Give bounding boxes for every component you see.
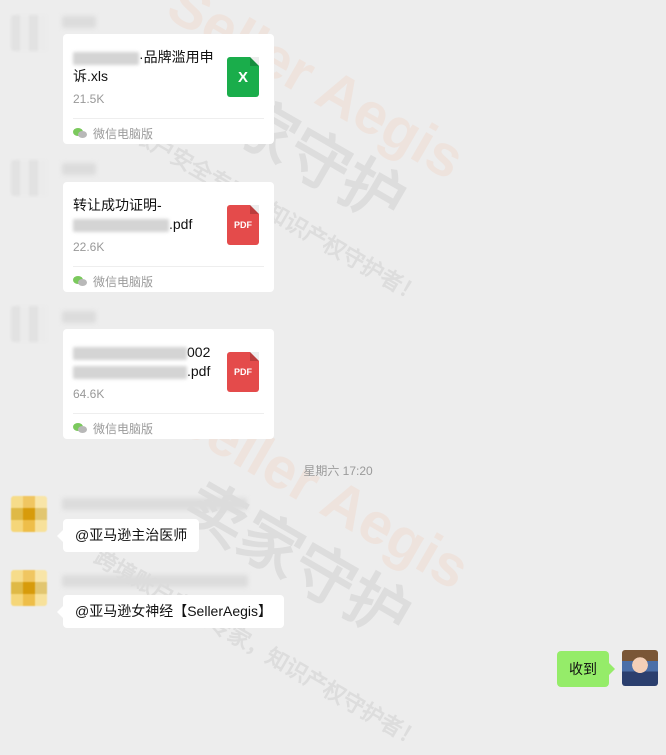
sender-name: [62, 16, 96, 28]
sender-avatar[interactable]: [11, 306, 47, 342]
redacted-text: [73, 218, 169, 232]
pdf-file-icon: PDF: [227, 352, 259, 392]
file-name: 002 .pdf: [73, 343, 223, 381]
wechat-icon: [73, 276, 87, 287]
file-size: 64.6K: [73, 387, 105, 401]
card-footer: 微信电脑版: [73, 420, 153, 437]
xls-file-icon: X: [227, 57, 259, 97]
sender-name: [62, 311, 96, 323]
pdf-file-icon: PDF: [227, 205, 259, 245]
watermark-slogan-2: 跨境账户安全专家，知识产权守护者！: [90, 544, 427, 753]
file-message-card[interactable]: 002 .pdf 64.6K PDF 微信电脑版: [63, 329, 274, 439]
my-avatar[interactable]: [622, 650, 658, 686]
sender-avatar[interactable]: [11, 160, 47, 196]
sender-name: [62, 163, 96, 175]
file-size: 21.5K: [73, 92, 105, 106]
my-message-bubble[interactable]: 收到: [557, 651, 615, 687]
file-name: ·品牌滥用申 诉.xls: [73, 49, 214, 84]
card-footer: 微信电脑版: [73, 273, 153, 290]
file-message-card[interactable]: ·品牌滥用申 诉.xls 21.5K X 微信电脑版: [63, 34, 274, 144]
card-divider: [73, 413, 264, 414]
text-message-bubble[interactable]: @亚马逊主治医师: [56, 519, 200, 552]
wechat-icon: [73, 423, 87, 434]
file-message-card[interactable]: 转让成功证明- .pdf 22.6K PDF 微信电脑版: [63, 182, 274, 292]
time-separator: 星期六 17:20: [303, 464, 373, 478]
card-footer: 微信电脑版: [73, 125, 153, 142]
redacted-text: [73, 365, 187, 379]
card-divider: [73, 118, 264, 119]
redacted-text: [73, 51, 139, 65]
sender-avatar[interactable]: [11, 570, 47, 606]
sender-avatar[interactable]: [11, 496, 47, 532]
sender-name: [62, 498, 247, 510]
file-size: 22.6K: [73, 240, 105, 254]
sender-avatar[interactable]: [11, 15, 47, 51]
redacted-text: [73, 346, 187, 360]
wechat-icon: [73, 128, 87, 139]
file-name: 转让成功证明- .pdf: [73, 197, 193, 232]
card-divider: [73, 266, 264, 267]
sender-name: [62, 575, 248, 587]
text-message-bubble[interactable]: @亚马逊女神经【SellerAegis】: [56, 595, 285, 628]
